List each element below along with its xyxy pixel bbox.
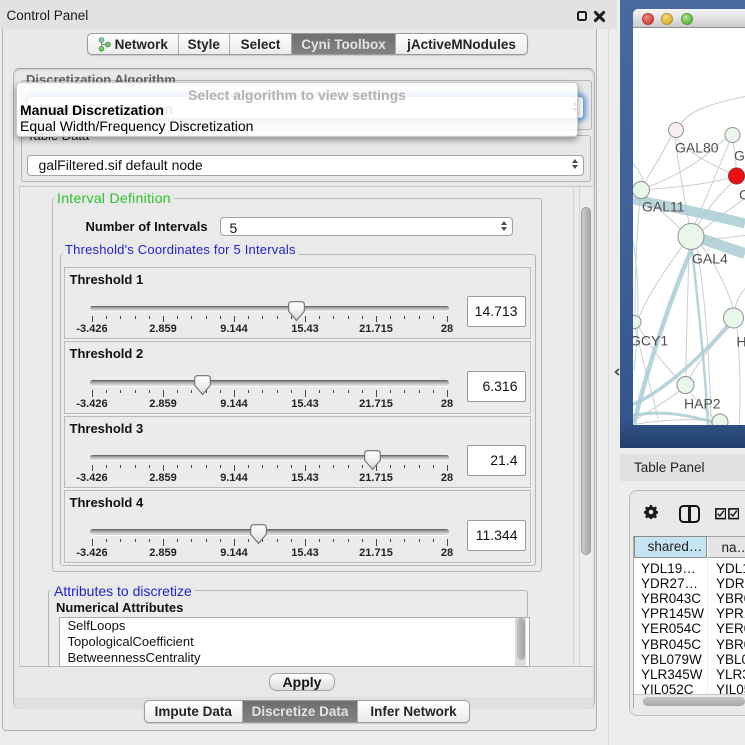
svg-text:HAP2: HAP2 [684, 395, 721, 411]
svg-text:GA: GA [734, 147, 745, 163]
svg-text:GCY1: GCY1 [633, 332, 668, 348]
svg-text:GAL4: GAL4 [692, 250, 728, 266]
svg-text:CD: CD [739, 186, 745, 202]
svg-text:H: H [737, 333, 745, 349]
svg-text:GAL80: GAL80 [675, 139, 719, 155]
svg-text:GAL11: GAL11 [642, 198, 685, 214]
